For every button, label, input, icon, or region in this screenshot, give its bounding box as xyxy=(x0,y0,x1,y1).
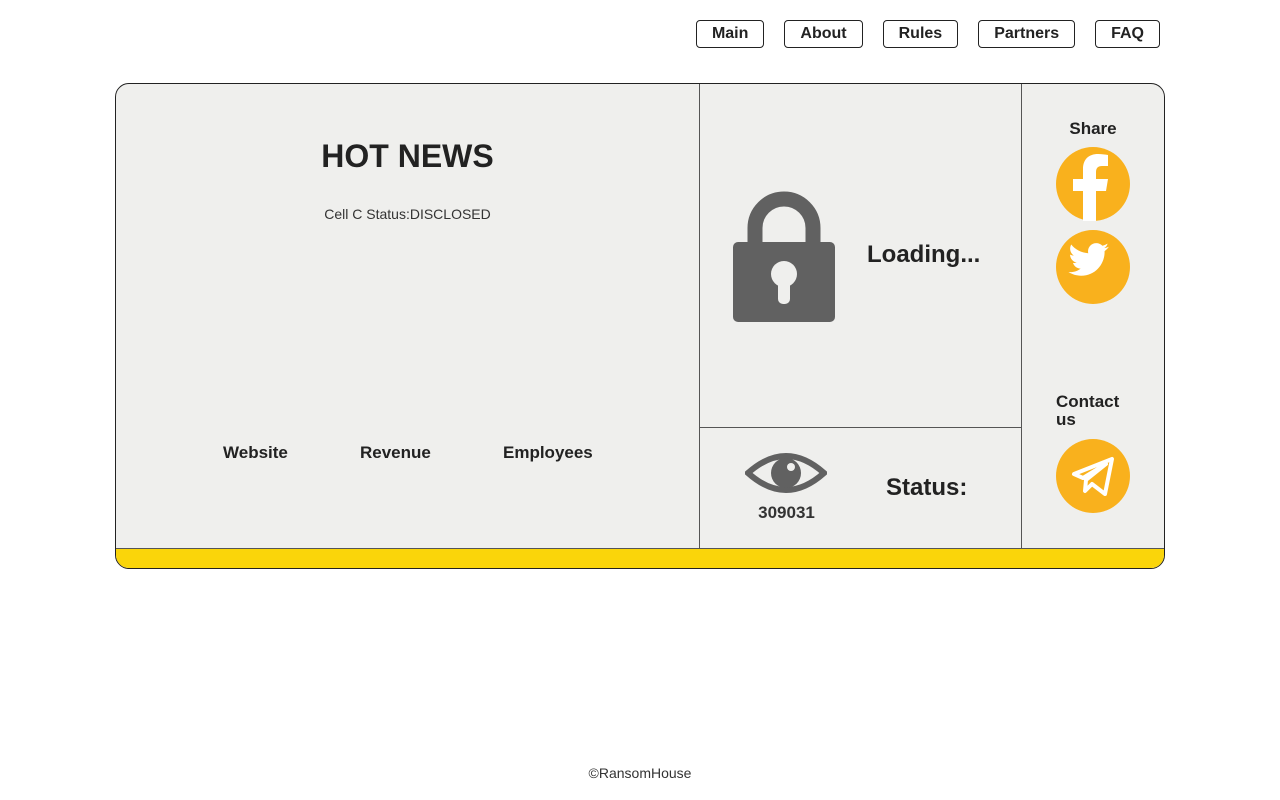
eye-icon xyxy=(745,453,827,493)
loading-text: Loading... xyxy=(867,241,981,268)
share-title: Share xyxy=(1069,119,1117,138)
facebook-share-button[interactable] xyxy=(1056,147,1130,221)
revenue-label: Revenue xyxy=(360,443,431,462)
twitter-icon xyxy=(1068,243,1110,276)
views-count: 309031 xyxy=(758,503,815,522)
nav-about-button[interactable]: About xyxy=(784,20,863,48)
facebook-icon xyxy=(1073,154,1108,221)
nav-rules-button[interactable]: Rules xyxy=(882,20,959,48)
status-label: Status: xyxy=(886,474,968,501)
news-card: HOT NEWS Cell C Status:DISCLOSED Website… xyxy=(115,83,1165,569)
lock-panel: Loading... xyxy=(699,84,1021,428)
news-column: HOT NEWS Cell C Status:DISCLOSED Website… xyxy=(116,84,700,548)
top-nav: Main About Rules Partners FAQ xyxy=(695,20,1160,48)
telegram-icon xyxy=(1072,457,1114,496)
footer-copyright: ©RansomHouse xyxy=(588,765,692,781)
news-title: HOT NEWS xyxy=(321,138,494,174)
middle-column: Loading... 309031 Status: xyxy=(699,84,1022,548)
twitter-share-button[interactable] xyxy=(1056,230,1130,304)
employees-label: Employees xyxy=(503,443,593,462)
share-column: Share Contact us xyxy=(1022,84,1164,548)
lock-icon xyxy=(733,191,835,322)
accent-bar xyxy=(116,548,1164,568)
contact-title: Contact us xyxy=(1056,392,1120,429)
nav-partners-button[interactable]: Partners xyxy=(978,20,1076,48)
telegram-contact-button[interactable] xyxy=(1056,439,1130,513)
nav-main-button[interactable]: Main xyxy=(695,20,765,48)
news-status-line: Cell C Status:DISCLOSED xyxy=(324,206,491,222)
nav-faq-button[interactable]: FAQ xyxy=(1095,20,1160,48)
website-label: Website xyxy=(223,443,288,462)
